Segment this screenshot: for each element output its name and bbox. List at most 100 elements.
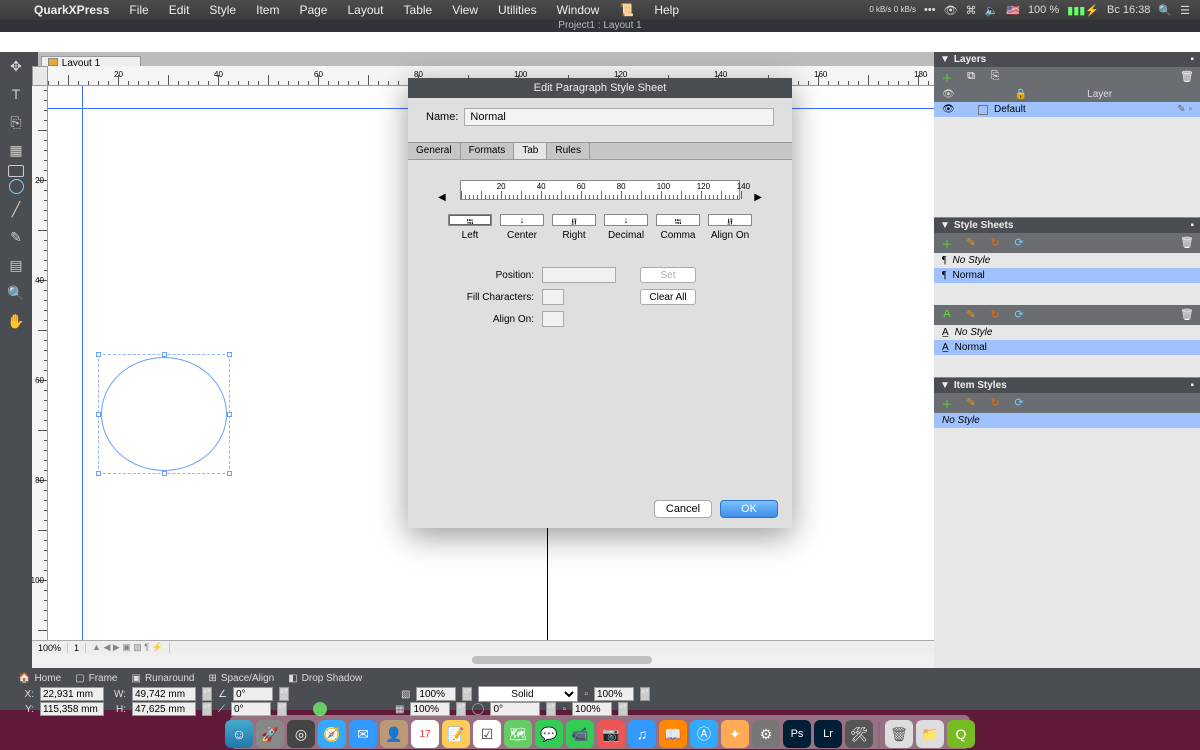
new-style-icon[interactable]: ＋ (940, 236, 954, 250)
vertical-ruler[interactable]: 2040608010012014016018020022024026028030… (32, 86, 48, 640)
menu-table[interactable]: Table (394, 3, 443, 17)
horizontal-scrollbar[interactable] (32, 654, 934, 668)
disclosure-triangle-icon[interactable]: ▼ (940, 54, 950, 65)
tool-pan[interactable]: ✋ (2, 308, 30, 334)
opacity-field[interactable] (416, 687, 456, 701)
tabstop-comma-button[interactable]: ⭾ (656, 214, 700, 226)
dock-safari-icon[interactable]: 🧭 (318, 720, 346, 748)
w-field[interactable] (132, 687, 196, 701)
trash-icon[interactable]: 🗑 (1180, 70, 1194, 84)
menu-help[interactable]: Help (644, 3, 689, 17)
spinner[interactable]: ▴▾ (202, 687, 212, 701)
dock-finder-icon[interactable]: ☺ (225, 720, 253, 748)
x-field[interactable] (40, 687, 104, 701)
dock-contacts-icon[interactable]: 👤 (380, 720, 408, 748)
zoom-field[interactable]: 100% (32, 643, 68, 653)
panel-menu-icon[interactable]: ▪ (1190, 54, 1194, 65)
set-button[interactable]: Set (640, 267, 696, 283)
resize-handle[interactable] (162, 471, 167, 476)
spinner[interactable]: ▴▾ (640, 687, 650, 701)
prop-tab-dropshadow[interactable]: ◧ Drop Shadow (288, 673, 362, 684)
prop-tab-spacealign[interactable]: ⊞ Space/Align (208, 673, 274, 684)
panel-menu-icon[interactable]: ▪ (1190, 220, 1194, 231)
menu-script-icon[interactable]: 📜 (609, 3, 644, 17)
dock-photobooth-icon[interactable]: 📷 (597, 720, 625, 748)
app-name[interactable]: QuarkXPress (24, 3, 119, 17)
resize-handle[interactable] (96, 471, 101, 476)
visibility-icon[interactable]: 👁 (942, 104, 954, 115)
tabstop-center-button[interactable]: ↓ (500, 214, 544, 226)
menu-page[interactable]: Page (289, 3, 337, 17)
status-eye-icon[interactable]: 👁 (944, 4, 958, 17)
new-style-icon[interactable]: ＋ (940, 396, 954, 410)
itemstyles-header[interactable]: ▼Item Styles▪ (934, 378, 1200, 393)
tool-line[interactable]: ╱ (2, 196, 30, 222)
menu-item[interactable]: Item (246, 3, 289, 17)
dock-messages-icon[interactable]: 💬 (535, 720, 563, 748)
stylesheets-header[interactable]: ▼Style Sheets▪ (934, 218, 1200, 233)
scrollbar-thumb[interactable] (472, 656, 652, 664)
style-row[interactable]: A̲No Style (934, 325, 1200, 340)
dock-reminders-icon[interactable]: ☑ (473, 720, 501, 748)
dup-layer-icon[interactable]: ⎘ (988, 70, 1002, 84)
resize-handle[interactable] (162, 352, 167, 357)
ruler-left-arrow[interactable]: ◀ (438, 192, 446, 203)
dock-trash-icon[interactable]: 🗑 (885, 720, 913, 748)
menu-file[interactable]: File (119, 3, 158, 17)
layer-row[interactable]: 👁 Default ✎ ▫ (934, 102, 1200, 117)
dock-mail-icon[interactable]: ✉ (349, 720, 377, 748)
tool-grid[interactable]: ▤ (2, 252, 30, 278)
style-row[interactable]: A̲Normal (934, 340, 1200, 355)
tool-link[interactable]: ⎘ (2, 109, 30, 135)
trash-icon[interactable]: 🗑 (1180, 236, 1194, 250)
menu-layout[interactable]: Layout (337, 3, 393, 17)
dock-ibooks-icon[interactable]: 📖 (659, 720, 687, 748)
trash-icon[interactable]: 🗑 (1180, 308, 1194, 322)
resize-handle[interactable] (227, 471, 232, 476)
dock-gamecenter-icon[interactable]: ✦ (721, 720, 749, 748)
resize-handle[interactable] (227, 412, 232, 417)
page-nav-icons[interactable]: ▲ ◀ ▶ ▣ ▧ ¶ ⚡ (86, 642, 170, 653)
disclosure-triangle-icon[interactable]: ▼ (940, 380, 950, 391)
status-sound-icon[interactable]: 🔈 (985, 4, 999, 17)
tab-ruler[interactable]: 20406080100120140 (460, 180, 741, 200)
dialog-tab-rules[interactable]: Rules (547, 143, 590, 159)
style-row[interactable]: ¶No Style (934, 253, 1200, 268)
tabstop-left-button[interactable]: ⭾ (448, 214, 492, 226)
tabstop-alignon-button[interactable]: ⭿ (708, 214, 752, 226)
ruler-origin[interactable] (32, 66, 48, 86)
menu-edit[interactable]: Edit (159, 3, 200, 17)
dock-folder-icon[interactable]: 📁 (916, 720, 944, 748)
tool-oval[interactable] (9, 179, 24, 194)
cancel-button[interactable]: Cancel (654, 500, 712, 518)
layer-edit-icon[interactable]: ✎ ▫ (1177, 104, 1192, 115)
fillchars-field[interactable] (542, 289, 564, 305)
dock-launchpad-icon[interactable]: 🚀 (256, 720, 284, 748)
update-style-icon[interactable]: ↻ (988, 396, 1002, 410)
dock-facetime-icon[interactable]: 📹 (566, 720, 594, 748)
panel-menu-icon[interactable]: ▪ (1190, 380, 1194, 391)
dock-preferences-icon[interactable]: ⚙ (752, 720, 780, 748)
prop-tab-home[interactable]: 🏠 Home (18, 673, 61, 684)
opacity-field[interactable] (594, 687, 634, 701)
resize-handle[interactable] (227, 352, 232, 357)
menu-utilities[interactable]: Utilities (488, 3, 547, 17)
dock-appstore-icon[interactable]: Ⓐ (690, 720, 718, 748)
ok-button[interactable]: OK (720, 500, 778, 518)
resize-handle[interactable] (96, 412, 101, 417)
angle-field[interactable] (233, 687, 273, 701)
refresh-style-icon[interactable]: ⟳ (1012, 308, 1026, 322)
refresh-style-icon[interactable]: ⟳ (1012, 236, 1026, 250)
dock-lightroom-icon[interactable]: Lr (814, 720, 842, 748)
dialog-tab-formats[interactable]: Formats (461, 143, 515, 159)
prop-tab-runaround[interactable]: ▣ Runaround (132, 673, 195, 684)
spotlight-icon[interactable]: 🔍 (1158, 4, 1172, 17)
dock-missioncontrol-icon[interactable]: ◎ (287, 720, 315, 748)
status-wifi-icon[interactable]: ⌘ (966, 4, 977, 17)
edit-style-icon[interactable]: ✎ (964, 396, 978, 410)
tabstop-right-button[interactable]: ⭿ (552, 214, 596, 226)
linestyle-select[interactable]: Solid (478, 686, 578, 702)
position-field[interactable] (542, 267, 616, 283)
menu-list-icon[interactable]: ☰ (1180, 4, 1190, 17)
ruler-right-arrow[interactable]: ▶ (754, 192, 762, 203)
